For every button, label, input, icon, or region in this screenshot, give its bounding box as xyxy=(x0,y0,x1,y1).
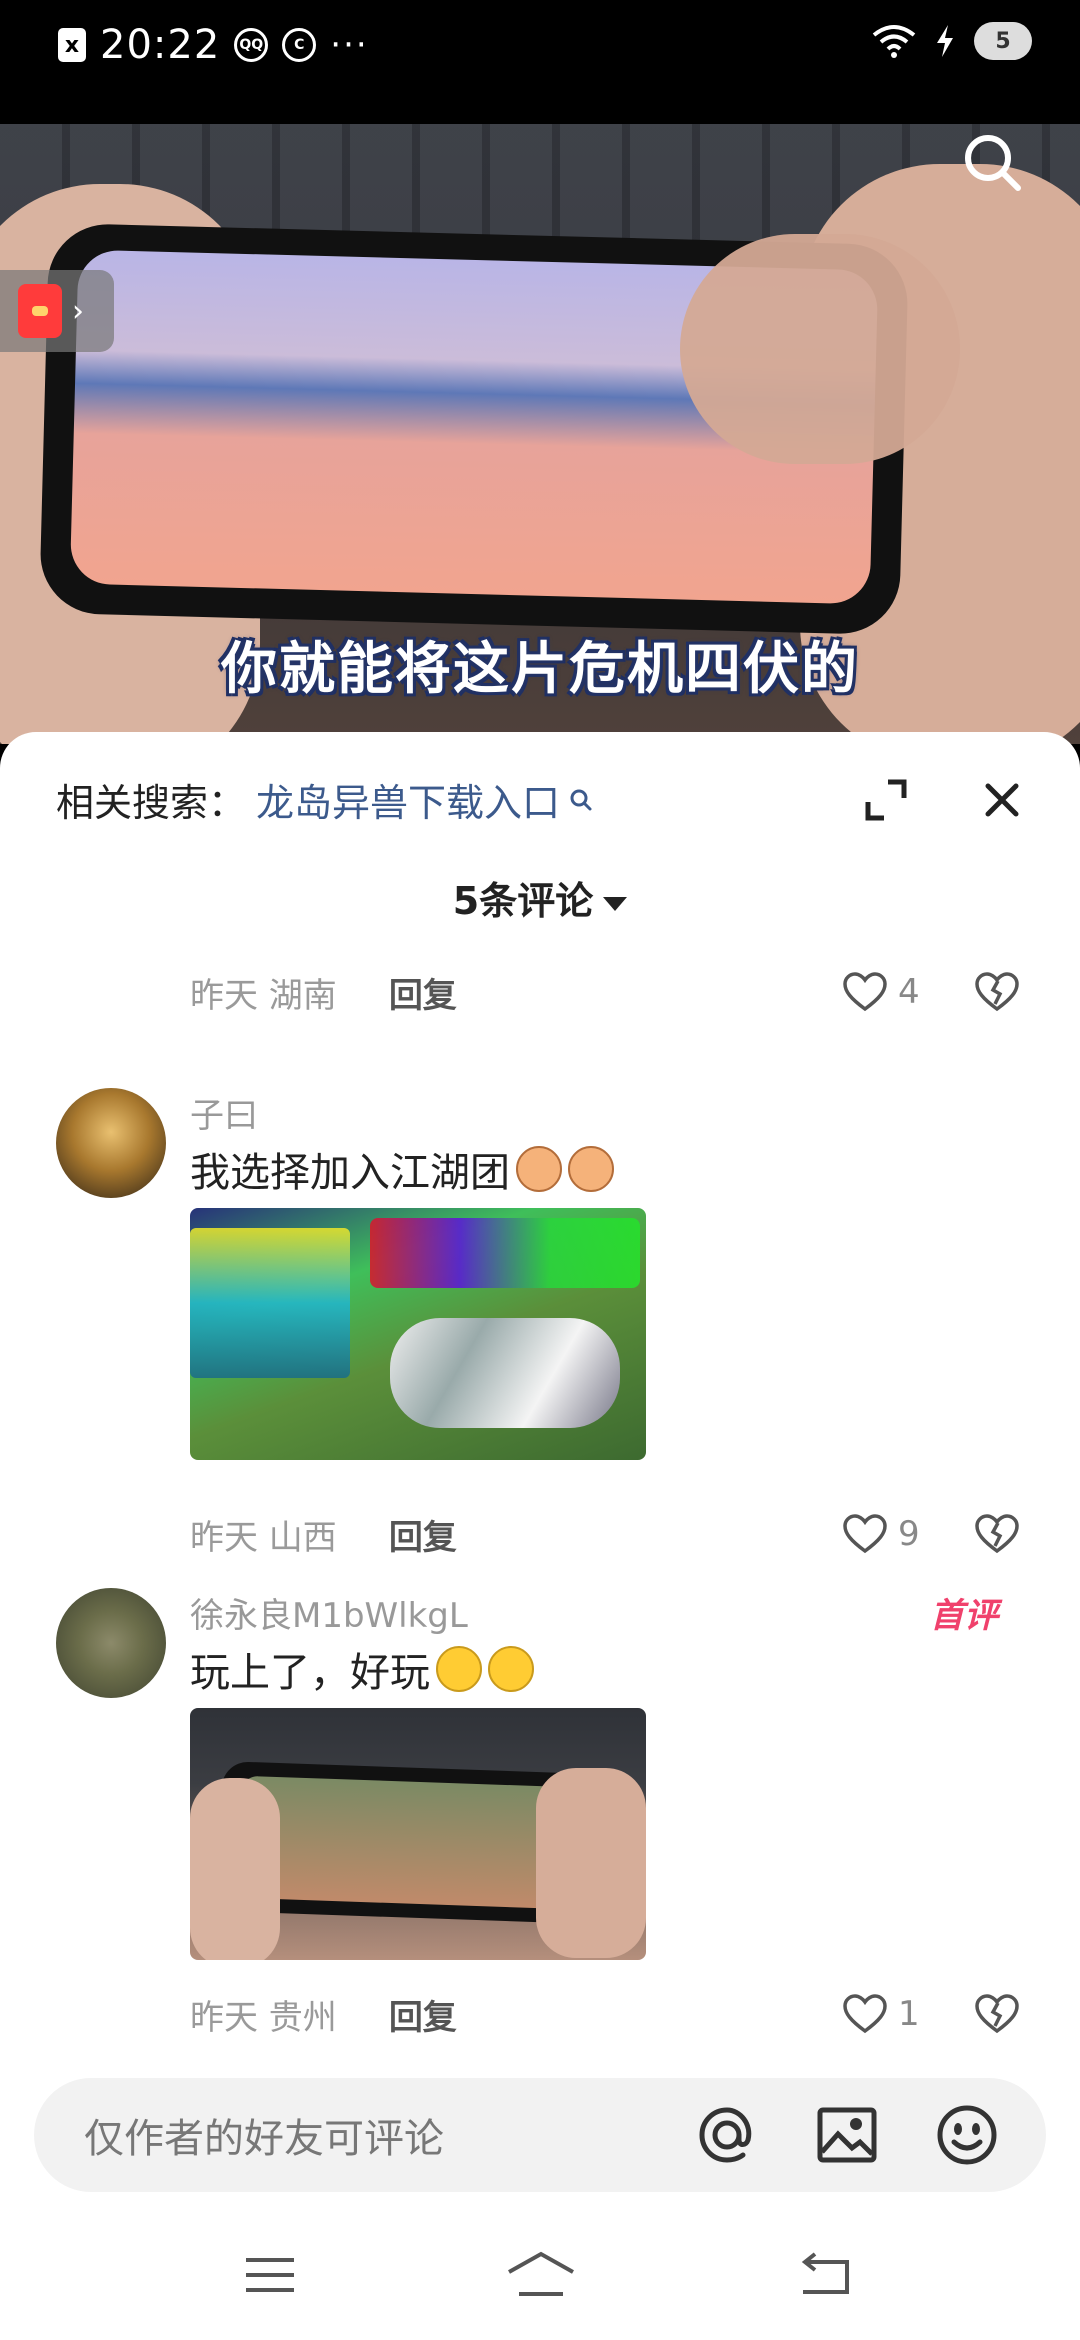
reply-button[interactable]: 回复 xyxy=(389,1990,457,2039)
comment-meta: 昨天 山西 回复 9 xyxy=(190,1504,1030,1564)
notification-x-icon: x xyxy=(58,28,86,62)
reply-button[interactable]: 回复 xyxy=(389,1510,457,1559)
system-nav-bar xyxy=(0,2210,1080,2340)
battery-icon: 5 xyxy=(974,22,1032,60)
avatar[interactable] xyxy=(56,1588,166,1698)
status-bar: x 20:22 QQ C ··· 5 xyxy=(0,0,1080,124)
wifi-icon xyxy=(872,25,916,58)
emoji-icon[interactable] xyxy=(934,2102,1000,2168)
red-packet-button[interactable]: › xyxy=(0,270,114,352)
comment-text: 玩上了，好玩 xyxy=(190,1640,534,1698)
close-icon[interactable] xyxy=(976,774,1028,826)
expand-icon[interactable] xyxy=(860,774,912,826)
related-search: 相关搜索： 龙岛异兽下载入口 xyxy=(56,772,594,827)
clock: 20:22 xyxy=(100,22,221,68)
related-search-label: 相关搜索： xyxy=(56,781,247,825)
comment-text-content: 我选择加入江湖团 xyxy=(190,1150,510,1196)
image-icon[interactable] xyxy=(814,2102,880,2168)
menu-icon[interactable] xyxy=(240,2250,300,2300)
comment-count-label: 5条评论 xyxy=(452,879,594,923)
chevron-right-icon: › xyxy=(72,293,84,329)
comment-username[interactable]: 子曰 xyxy=(190,1088,258,1137)
video-subtitle: 你就能将这片危机四伏的 xyxy=(221,637,859,702)
like-button[interactable]: 9 xyxy=(842,1513,920,1555)
dislike-icon[interactable] xyxy=(974,1513,1020,1555)
comment-image[interactable] xyxy=(190,1708,646,1960)
related-search-link[interactable]: 龙岛异兽下载入口 xyxy=(256,772,560,827)
comment-text: 我选择加入江湖团 xyxy=(190,1140,614,1198)
heart-icon xyxy=(843,972,887,1012)
charging-icon xyxy=(937,25,953,57)
video-player[interactable]: › 你就能将这片危机四伏的 xyxy=(0,124,1080,744)
caret-down-icon xyxy=(603,896,628,911)
video-thumb xyxy=(680,234,960,464)
comment-meta: 昨天 湖南 回复 4 xyxy=(190,962,1030,1022)
dislike-icon[interactable] xyxy=(974,971,1020,1013)
heart-icon xyxy=(843,1994,887,2034)
grin-emoji-icon xyxy=(436,1646,482,1692)
first-comment-badge: 首评 xyxy=(930,1596,998,1636)
comment-input-bar[interactable]: 仅作者的好友可评论 xyxy=(34,2078,1046,2192)
comment-image[interactable] xyxy=(190,1208,646,1460)
comment-time-location: 昨天 湖南 xyxy=(190,975,337,1016)
like-count: 9 xyxy=(898,1514,920,1554)
grin-emoji-icon xyxy=(488,1646,534,1692)
red-envelope-icon xyxy=(18,284,62,338)
like-button[interactable]: 4 xyxy=(842,971,920,1013)
cat-emoji-icon xyxy=(568,1146,614,1192)
comment-time-location: 昨天 山西 xyxy=(190,1517,337,1558)
comment-input-placeholder: 仅作者的好友可评论 xyxy=(84,2116,444,2162)
comment-text-content: 玩上了，好玩 xyxy=(190,1650,430,1696)
qq-notification-icon: QQ xyxy=(234,28,269,62)
back-icon[interactable] xyxy=(795,2250,855,2300)
reply-button[interactable]: 回复 xyxy=(389,968,457,1017)
like-count: 4 xyxy=(898,972,920,1012)
like-button[interactable]: 1 xyxy=(842,1993,920,2035)
comment-meta: 昨天 贵州 回复 1 xyxy=(190,1984,1030,2044)
cat-emoji-icon xyxy=(516,1146,562,1192)
comment-time-location: 昨天 贵州 xyxy=(190,1997,337,2038)
avatar[interactable] xyxy=(56,1088,166,1198)
search-icon[interactable] xyxy=(954,124,1034,204)
heart-icon xyxy=(843,1514,887,1554)
search-icon[interactable] xyxy=(568,787,594,813)
home-icon[interactable] xyxy=(505,2250,577,2300)
app-notification-icon: C xyxy=(282,28,317,62)
comment-username[interactable]: 徐永良M1bWlkgL xyxy=(190,1588,468,1637)
like-count: 1 xyxy=(898,1994,920,2034)
at-mention-icon[interactable] xyxy=(694,2102,760,2168)
more-notifications-icon: ··· xyxy=(330,25,369,65)
dislike-icon[interactable] xyxy=(974,1993,1020,2035)
comment-count-title[interactable]: 5条评论 xyxy=(0,870,1080,925)
